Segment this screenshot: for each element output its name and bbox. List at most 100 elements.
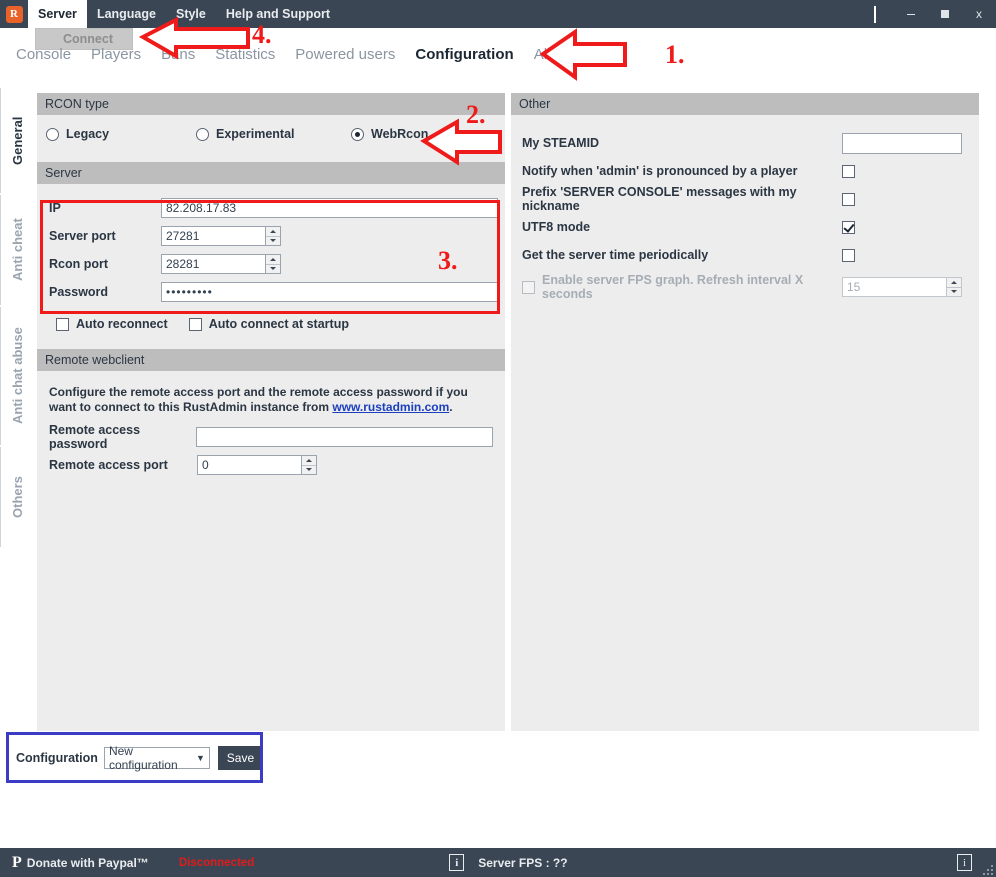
checkbox-icon-auto-reconnect xyxy=(56,317,69,331)
label-my-steamid: My STEAMID xyxy=(522,136,600,150)
rustadmin-website-link[interactable]: www.rustadmin.com xyxy=(332,400,449,414)
radio-label-webrcon: WebRcon xyxy=(371,127,429,141)
field-row-server-time: Get the server time periodically xyxy=(511,241,979,269)
right-settings-panel: Other My STEAMID Notify when 'admin' is … xyxy=(511,93,979,731)
window-controls-separator xyxy=(874,5,876,23)
field-row-fps-graph: Enable server FPS graph. Refresh interva… xyxy=(511,273,979,301)
server-fps-label: Server FPS : ?? xyxy=(478,855,568,870)
side-tab-bar: General Anti cheat Anti chat abuse Other… xyxy=(0,88,34,733)
input-remote-access-password[interactable] xyxy=(195,427,493,447)
input-fps-refresh-interval[interactable]: 15 xyxy=(842,277,947,297)
donate-with-paypal[interactable]: P Donate with Paypal™ xyxy=(0,853,149,871)
rust-gear-icon: R xyxy=(5,5,23,23)
label-remote-access-password: Remote access password xyxy=(49,423,141,451)
server-fps-status: i Server FPS : ?? xyxy=(449,854,568,871)
tab-about[interactable]: About xyxy=(524,46,583,63)
group-header-server: Server xyxy=(37,162,505,184)
remote-webclient-description: Configure the remote access port and the… xyxy=(49,385,493,415)
application-window: R Server Language Style Help and Support… xyxy=(0,0,996,877)
radio-icon-legacy xyxy=(46,127,59,141)
field-row-utf8-mode: UTF8 mode xyxy=(511,213,979,241)
sidebar-item-others[interactable]: Others xyxy=(0,447,34,547)
annotation-box-server-fields xyxy=(40,200,500,314)
radio-icon-webrcon xyxy=(351,127,364,141)
checkbox-label-auto-connect-at-startup: Auto connect at startup xyxy=(208,317,349,331)
sidebar-item-anti-cheat[interactable]: Anti cheat xyxy=(0,195,34,305)
maximize-button[interactable] xyxy=(928,0,962,28)
input-remote-access-port[interactable]: 0 xyxy=(197,455,302,475)
label-prefix-server-console: Prefix 'SERVER CONSOLE' messages with my… xyxy=(522,185,797,213)
tab-console[interactable]: Console xyxy=(6,46,81,63)
label-get-server-time: Get the server time periodically xyxy=(522,248,709,262)
right-info-icon[interactable]: i xyxy=(957,854,972,871)
rcon-type-options: Legacy Experimental WebRcon xyxy=(37,115,505,153)
title-bar: R Server Language Style Help and Support… xyxy=(0,0,996,28)
radio-option-legacy[interactable]: Legacy xyxy=(46,127,196,141)
field-row-remote-access-port: Remote access port 0 xyxy=(49,451,493,479)
field-row-notify-admin: Notify when 'admin' is pronounced by a p… xyxy=(511,157,979,185)
checkbox-get-server-time[interactable] xyxy=(842,248,855,262)
spinner-down-remote-access-port[interactable] xyxy=(302,466,316,475)
info-icon[interactable]: i xyxy=(449,854,465,871)
checkbox-utf8-mode[interactable] xyxy=(842,220,855,234)
radio-label-legacy: Legacy xyxy=(66,127,110,141)
menu-help-and-support[interactable]: Help and Support xyxy=(216,0,340,28)
left-settings-panel: RCON type Legacy Experimental WebRcon Se… xyxy=(37,93,505,731)
main-tab-bar: Console Players Bans Statistics Powered … xyxy=(0,38,996,70)
radio-label-experimental: Experimental xyxy=(216,127,295,141)
group-header-rcon-type: RCON type xyxy=(37,93,505,115)
remote-webclient-body: Configure the remote access port and the… xyxy=(37,371,505,479)
spinner-up-remote-access-port[interactable] xyxy=(302,456,316,466)
paypal-icon: P xyxy=(12,853,22,871)
radio-icon-experimental xyxy=(196,127,209,141)
label-utf8-mode: UTF8 mode xyxy=(522,220,591,234)
tab-configuration[interactable]: Configuration xyxy=(405,46,523,63)
checkbox-prefix-server-console[interactable] xyxy=(842,192,855,206)
label-notify-admin: Notify when 'admin' is pronounced by a p… xyxy=(522,164,798,178)
tab-players[interactable]: Players xyxy=(81,46,151,63)
donate-label: Donate with Paypal™ xyxy=(26,855,149,870)
spinner-remote-access-port[interactable] xyxy=(302,455,317,475)
group-header-remote-webclient: Remote webclient xyxy=(37,349,505,371)
annotation-number-2: 2. xyxy=(466,100,486,129)
sidebar-item-anti-chat-abuse[interactable]: Anti chat abuse xyxy=(0,307,34,445)
server-checkbox-row: Auto reconnect Auto connect at startup xyxy=(37,310,505,338)
other-options-body: My STEAMID Notify when 'admin' is pronou… xyxy=(511,115,979,301)
group-header-other: Other xyxy=(511,93,979,115)
annotation-number-1: 1. xyxy=(665,40,685,69)
close-button[interactable]: x xyxy=(962,0,996,28)
sidebar-item-general[interactable]: General xyxy=(0,88,34,193)
field-row-steamid: My STEAMID xyxy=(511,129,979,157)
annotation-box-configuration xyxy=(6,732,263,783)
checkbox-notify-admin[interactable] xyxy=(842,164,855,178)
description-text-part2: . xyxy=(449,400,453,414)
radio-option-webrcon[interactable]: WebRcon xyxy=(351,127,428,141)
spinner-up-fps-refresh[interactable] xyxy=(947,278,961,288)
spinner-fps-refresh-interval[interactable] xyxy=(947,277,962,297)
field-row-remote-access-password: Remote access password xyxy=(49,423,493,451)
resize-grip[interactable] xyxy=(983,865,993,875)
input-my-steamid[interactable] xyxy=(842,132,962,154)
app-icon: R xyxy=(0,0,28,28)
status-bar: P Donate with Paypal™ Disconnected i Ser… xyxy=(0,848,996,877)
menu-language[interactable]: Language xyxy=(87,0,166,28)
checkbox-label-auto-reconnect: Auto reconnect xyxy=(76,317,168,331)
radio-option-experimental[interactable]: Experimental xyxy=(196,127,351,141)
field-row-prefix-server-console: Prefix 'SERVER CONSOLE' messages with my… xyxy=(511,185,979,213)
checkbox-enable-fps-graph[interactable] xyxy=(522,280,535,294)
menu-server[interactable]: Server xyxy=(28,0,87,28)
menu-bar: Server Language Style Help and Support xyxy=(28,0,340,28)
connection-status: Disconnected xyxy=(178,856,255,869)
minimize-button[interactable] xyxy=(894,0,928,28)
spinner-down-fps-refresh[interactable] xyxy=(947,288,961,297)
checkbox-auto-reconnect[interactable]: Auto reconnect xyxy=(49,317,168,331)
tab-powered-users[interactable]: Powered users xyxy=(285,46,405,63)
tab-bans[interactable]: Bans xyxy=(151,46,205,63)
window-controls: x xyxy=(874,0,996,28)
label-remote-access-port: Remote access port xyxy=(49,458,168,472)
annotation-number-4: 4. xyxy=(252,20,272,49)
tab-statistics[interactable]: Statistics xyxy=(205,46,285,63)
checkbox-auto-connect-at-startup[interactable]: Auto connect at startup xyxy=(182,317,349,331)
menu-style[interactable]: Style xyxy=(166,0,216,28)
checkbox-icon-auto-connect-at-startup xyxy=(188,317,202,331)
